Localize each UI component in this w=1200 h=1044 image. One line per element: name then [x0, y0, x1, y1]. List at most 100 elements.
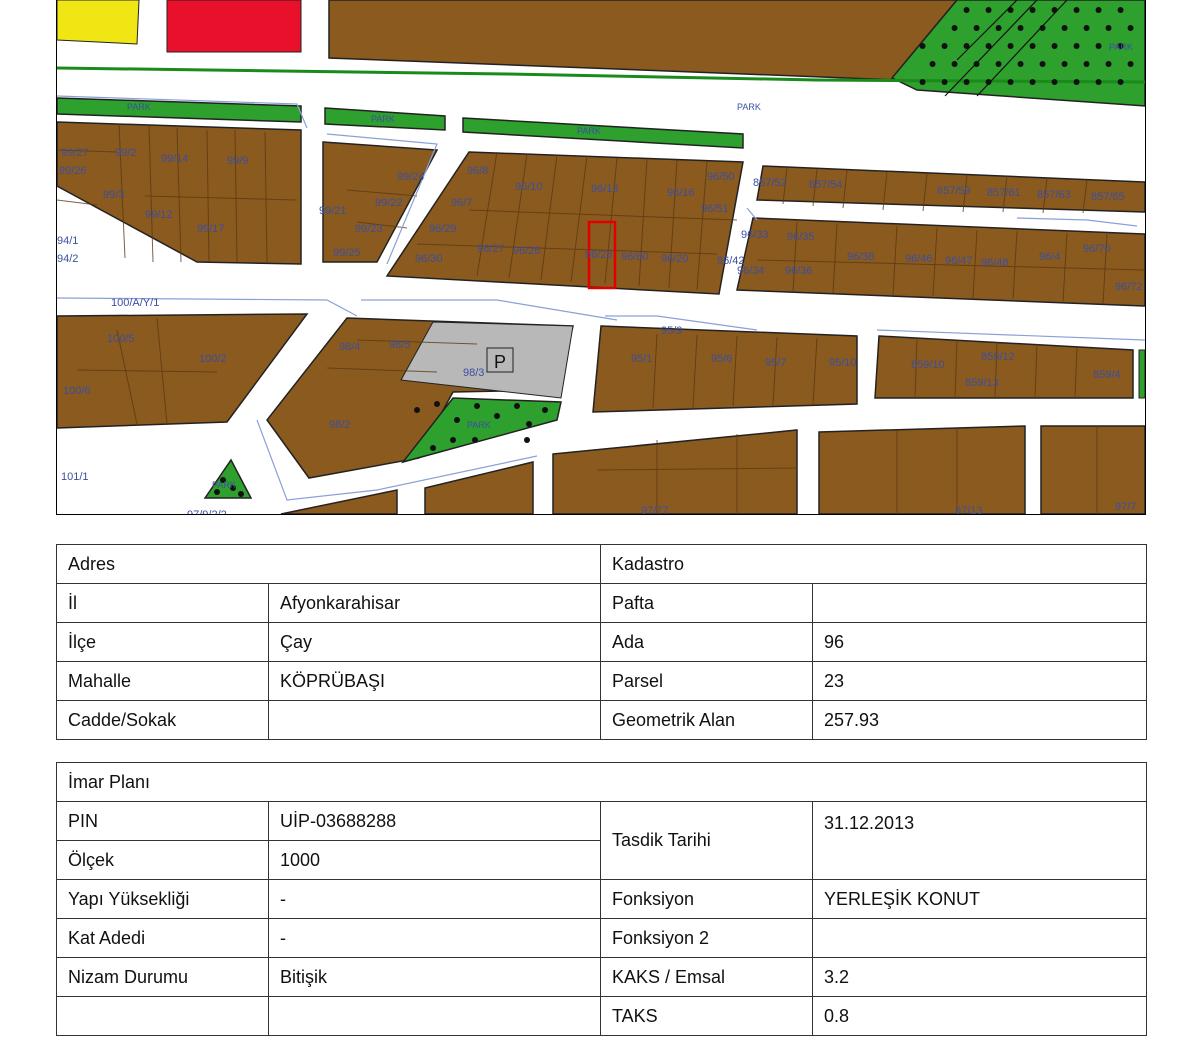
kadastro-header: Kadastro [599, 544, 1148, 584]
parcel-number-label: 99/26 [59, 165, 87, 177]
parcel-number-label: 859/10 [911, 359, 945, 371]
parcel-number-label: 100/2 [199, 353, 227, 365]
table-row: TAKS 0.8 [56, 996, 1148, 1036]
parcel-number-label: 99/14 [161, 153, 189, 165]
parcel-number-label: 96/13 [591, 183, 619, 195]
park-small-right [1138, 349, 1145, 399]
parcel-number-label: 99/2 [115, 147, 136, 159]
il-value: Afyonkarahisar [268, 583, 601, 623]
block-bottom-1 [280, 489, 398, 514]
parcel-number-label: 97/77 [641, 505, 669, 514]
parcel-number-label: 96/16 [667, 187, 695, 199]
kaks-emsal-label: KAKS / Emsal [600, 957, 813, 997]
tasdik-tarihi-label: Tasdik Tarihi [600, 801, 813, 880]
parcel-number-label: 95/9 [661, 325, 682, 337]
table-row: Nizam Durumu Bitişik KAKS / Emsal 3.2 [56, 957, 1148, 997]
table-row: Kat Adedi - Fonksiyon 2 [56, 918, 1148, 958]
parcel-number-label: 96/38 [847, 251, 875, 263]
ilce-label: İlçe [56, 622, 269, 662]
parcel-number-label: 99/12 [145, 209, 173, 221]
parcel-number-label: 96/23 [585, 249, 613, 261]
parcel-number-label: 99/21 [319, 205, 347, 217]
parcel-number-label: 96/72 [1115, 281, 1143, 293]
parcel-number-label: 96/47 [945, 255, 973, 267]
park-label: PARK [371, 114, 395, 124]
block-bottom-3 [552, 429, 798, 514]
parcel-number-label: 99/24 [397, 171, 425, 183]
parking-label: P [494, 352, 506, 372]
parcel-number-label: 95/1 [631, 353, 652, 365]
cadde-sokak-value [268, 700, 601, 740]
parcel-number-label: 96/80 [621, 251, 649, 263]
empty-value [268, 996, 601, 1036]
parcel-number-label: 857/65 [1091, 191, 1125, 203]
parcel-number-label: 94/1 [57, 235, 78, 247]
ilce-value: Çay [268, 622, 601, 662]
parcel-number-label: 96/20 [661, 253, 689, 265]
parcel-number-label: 100/A/Y/1 [111, 297, 159, 309]
parcel-number-label: 96/7 [451, 197, 472, 209]
kaks-emsal-value: 3.2 [811, 957, 1148, 997]
table-row: İlçe Çay Ada 96 [56, 622, 1148, 662]
parcel-number-label: 100/6 [63, 385, 91, 397]
geometrik-alan-value: 257.93 [811, 700, 1148, 740]
map-canvas: P PARK PARK PARK PARK PARK PARK PARK 99/27 99/2… [57, 0, 1145, 514]
parcel-number-label: 96/46 [905, 253, 933, 265]
park-strip-3 [462, 117, 744, 149]
parcel-number-label: 99/25 [333, 247, 361, 259]
parcel-number-label: 94/2 [57, 253, 78, 265]
commercial-block [166, 0, 302, 53]
table-row: Cadde/Sokak Geometrik Alan 257.93 [56, 700, 1148, 740]
olcek-label: Ölçek [56, 840, 269, 880]
parcel-number-label: 97/9/2/2 [187, 509, 227, 514]
zoning-map[interactable]: P PARK PARK PARK PARK PARK PARK PARK 99/27 99/2… [56, 0, 1146, 515]
parcel-number-label: 95/6 [711, 353, 732, 365]
parcel-number-label: 97/7 [1115, 501, 1136, 513]
park-label: PARK [737, 102, 761, 112]
pafta-value [811, 583, 1148, 623]
park-triangle [203, 458, 253, 499]
parcel-number-label: 857/54 [809, 179, 843, 191]
parcel-number-label: 98/5 [389, 339, 410, 351]
residential-block-top [328, 0, 958, 81]
parcel-number-label: 99/17 [197, 223, 225, 235]
cadde-sokak-label: Cadde/Sokak [56, 700, 269, 740]
parcel-number-label: 96/33 [741, 229, 769, 241]
parcel-number-label: 96/48 [981, 257, 1009, 269]
parcel-number-label: 96/8 [467, 165, 488, 177]
parcel-number-label: 95/10 [829, 357, 857, 369]
parcel-number-label: 99/3 [103, 189, 124, 201]
parcel-number-label: 99/22 [375, 197, 403, 209]
fonksiyon-2-value [811, 918, 1148, 958]
parcel-number-label: 96/35 [787, 231, 815, 243]
nizam-durumu-value: Bitişik [268, 957, 601, 997]
parcel-number-label: 98/2 [329, 419, 350, 431]
ada-label: Ada [600, 622, 813, 662]
parsel-value: 23 [811, 661, 1148, 701]
parcel-number-label: 859/12 [981, 351, 1015, 363]
parcel-number-label: 857/61 [987, 187, 1021, 199]
yapi-yuksekligi-label: Yapı Yüksekliği [56, 879, 269, 919]
mahalle-label: Mahalle [56, 661, 269, 701]
parcel-number-label: 96/51 [701, 203, 729, 215]
kat-adedi-value: - [268, 918, 601, 958]
parcel-number-label: 859/13 [965, 377, 999, 389]
table-row: PIN UİP-03688288 Tasdik Tarihi 31.12.201… [56, 801, 1148, 880]
pin-label: PIN [56, 801, 269, 841]
parcel-number-label: 96/34 [737, 265, 765, 277]
adres-kadastro-table: Adres Kadastro İl Afyonkarahisar Pafta İ… [56, 544, 1148, 740]
mahalle-value: KÖPRÜBAŞI [268, 661, 601, 701]
parcel-number-label: 98/3 [463, 367, 484, 379]
parcel-number-label: 96/27 [477, 243, 505, 255]
kat-adedi-label: Kat Adedi [56, 918, 269, 958]
parcel-number-label: 96/29 [429, 223, 457, 235]
ada-value: 96 [811, 622, 1148, 662]
nizam-durumu-label: Nizam Durumu [56, 957, 269, 997]
pafta-label: Pafta [600, 583, 813, 623]
parcel-number-label: 96/50 [707, 171, 735, 183]
empty-label [56, 996, 269, 1036]
yapi-yuksekligi-value: - [268, 879, 601, 919]
olcek-value: 1000 [268, 840, 601, 880]
parcel-number-label: 100/5 [107, 333, 135, 345]
block-bottom-2 [424, 461, 534, 514]
